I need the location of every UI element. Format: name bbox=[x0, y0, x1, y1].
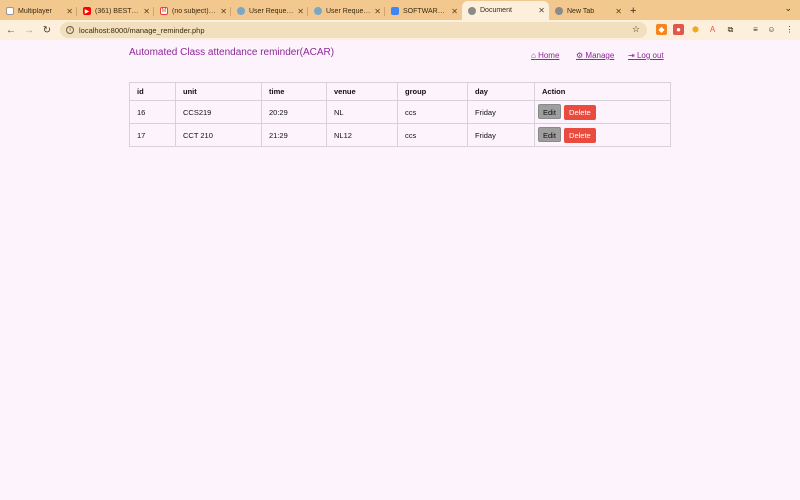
back-arrow-icon[interactable]: ← bbox=[2, 25, 20, 36]
cell-id: 17 bbox=[129, 123, 176, 147]
table-header-row: id unit time venue group day Action bbox=[129, 82, 671, 101]
tab-multiplayer[interactable]: Multiplayer ✕ bbox=[0, 2, 77, 20]
edit-button[interactable]: Edit bbox=[538, 127, 561, 142]
globe-icon bbox=[468, 6, 476, 15]
delete-button[interactable]: Delete bbox=[564, 128, 596, 143]
site-info-icon[interactable]: i bbox=[66, 26, 74, 34]
cell-actions: Edit Delete bbox=[534, 123, 671, 147]
close-icon[interactable]: ✕ bbox=[451, 7, 458, 16]
docs-icon bbox=[391, 7, 399, 15]
metamask-icon[interactable]: ◆ bbox=[656, 24, 667, 35]
cell-actions: Edit Delete bbox=[534, 100, 671, 124]
tab-title: SOFTWARE DEVELO bbox=[403, 7, 448, 15]
profile-icon[interactable]: ☺ bbox=[766, 24, 777, 35]
cell-time: 20:29 bbox=[261, 100, 327, 124]
column-header-venue: venue bbox=[326, 82, 398, 101]
cell-day: Friday bbox=[467, 123, 535, 147]
tab-document[interactable]: Document ✕ bbox=[462, 1, 549, 20]
browser-toolbar: ← → ↻ i localhost:8000/manage_reminder.p… bbox=[0, 20, 800, 40]
lock-extension-icon[interactable]: ⬢ bbox=[690, 24, 701, 35]
tab-title: (361) BEST COMEDI bbox=[95, 7, 140, 15]
home-icon: ⌂ bbox=[531, 51, 536, 60]
globe-icon bbox=[314, 7, 322, 15]
close-icon[interactable]: ✕ bbox=[615, 7, 622, 16]
tab-title: User Request: Title S bbox=[326, 7, 371, 15]
globe-icon bbox=[237, 7, 245, 15]
gear-icon: ⚙ bbox=[576, 51, 584, 60]
menu-kebab-icon[interactable]: ⋮ bbox=[784, 24, 795, 35]
home-link[interactable]: ⌂ Home bbox=[531, 51, 559, 60]
cell-venue: NL12 bbox=[326, 123, 398, 147]
gmail-icon: M bbox=[160, 7, 168, 15]
cell-id: 16 bbox=[129, 100, 176, 124]
home-link-label: Home bbox=[538, 51, 560, 60]
tab-software-develo[interactable]: SOFTWARE DEVELO ✕ bbox=[385, 2, 462, 20]
extensions-puzzle-icon[interactable]: ⧉ bbox=[725, 24, 736, 35]
reminders-table: id unit time venue group day Action 16 C… bbox=[129, 82, 671, 147]
new-tab-plus-icon[interactable]: + bbox=[630, 2, 636, 20]
cell-unit: CCS219 bbox=[175, 100, 262, 124]
bookmark-star-icon[interactable]: ☆ bbox=[632, 24, 640, 35]
address-bar[interactable]: i localhost:8000/manage_reminder.php ☆ bbox=[60, 22, 647, 38]
close-icon[interactable]: ✕ bbox=[66, 7, 73, 16]
tab-title: New Tab bbox=[567, 7, 595, 15]
forward-arrow-icon[interactable]: → bbox=[20, 25, 38, 36]
extension-badge-icon[interactable]: ● bbox=[673, 24, 684, 35]
media-controls-icon[interactable]: ≡ bbox=[750, 24, 761, 35]
column-header-unit: unit bbox=[175, 82, 262, 101]
cell-unit: CCT 210 bbox=[175, 123, 262, 147]
cell-venue: NL bbox=[326, 100, 398, 124]
tab-search-chevron-icon[interactable]: ⌄ bbox=[784, 3, 792, 14]
cell-day: Friday bbox=[467, 100, 535, 124]
reload-icon[interactable]: ↻ bbox=[38, 25, 56, 36]
url-text: localhost:8000/manage_reminder.php bbox=[79, 25, 205, 35]
column-header-id: id bbox=[129, 82, 176, 101]
tab-user-request-2[interactable]: User Request: Title S ✕ bbox=[308, 2, 385, 20]
table-row: 17 CCT 210 21:29 NL12 ccs Friday Edit De… bbox=[129, 123, 671, 147]
font-extension-icon[interactable]: A bbox=[707, 24, 718, 35]
column-header-action: Action bbox=[534, 82, 671, 101]
tab-gmail[interactable]: M (no subject) - felixur ✕ bbox=[154, 2, 231, 20]
edit-button[interactable]: Edit bbox=[538, 104, 561, 119]
manage-link[interactable]: ⚙ Manage bbox=[576, 51, 614, 60]
globe-icon bbox=[555, 7, 563, 15]
close-icon[interactable]: ✕ bbox=[220, 7, 227, 16]
tab-title: (no subject) - felixur bbox=[172, 7, 217, 15]
cell-time: 21:29 bbox=[261, 123, 327, 147]
page-title: Automated Class attendance reminder(ACAR… bbox=[129, 47, 335, 58]
tab-title: Document bbox=[480, 7, 512, 14]
document-icon bbox=[6, 7, 14, 15]
tab-new-tab[interactable]: New Tab ✕ bbox=[549, 2, 626, 20]
close-icon[interactable]: ✕ bbox=[374, 7, 381, 16]
logout-link[interactable]: ⇥ Log out bbox=[628, 51, 664, 60]
close-icon[interactable]: ✕ bbox=[297, 7, 304, 16]
close-icon[interactable]: ✕ bbox=[143, 7, 150, 16]
tab-user-request-1[interactable]: User Request: Title S ✕ bbox=[231, 2, 308, 20]
logout-icon: ⇥ bbox=[628, 51, 635, 60]
browser-tab-strip: Multiplayer ✕ ▶ (361) BEST COMEDI ✕ M (n… bbox=[0, 0, 800, 20]
cell-group: ccs bbox=[397, 100, 468, 124]
tab-title: Multiplayer bbox=[18, 7, 52, 15]
column-header-time: time bbox=[261, 82, 327, 101]
table-row: 16 CCS219 20:29 NL ccs Friday Edit Delet… bbox=[129, 100, 671, 124]
manage-link-label: Manage bbox=[585, 51, 615, 60]
logout-link-label: Log out bbox=[636, 51, 664, 60]
cell-group: ccs bbox=[397, 123, 468, 147]
column-header-group: group bbox=[397, 82, 468, 101]
column-header-day: day bbox=[467, 82, 535, 101]
tab-youtube[interactable]: ▶ (361) BEST COMEDI ✕ bbox=[77, 2, 154, 20]
delete-button[interactable]: Delete bbox=[564, 105, 596, 120]
close-icon[interactable]: ✕ bbox=[538, 6, 545, 15]
youtube-icon: ▶ bbox=[83, 7, 91, 15]
tab-title: User Request: Title S bbox=[249, 7, 294, 15]
